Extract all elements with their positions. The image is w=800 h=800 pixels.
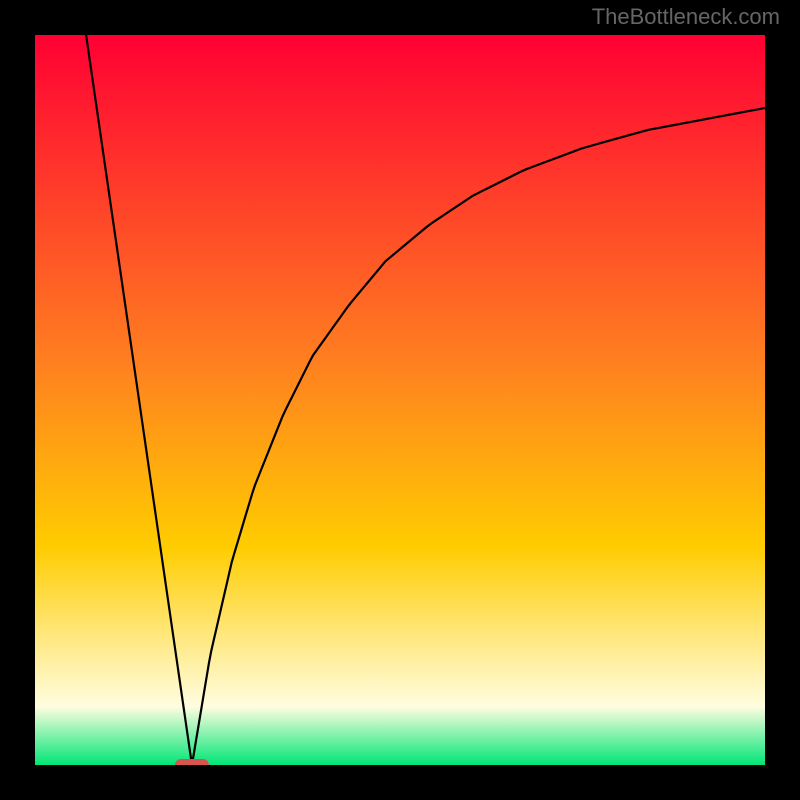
minimum-marker	[175, 759, 209, 765]
watermark-text: TheBottleneck.com	[592, 4, 780, 30]
chart-svg	[35, 35, 765, 765]
chart-background	[35, 35, 765, 765]
chart-plot-area	[35, 35, 765, 765]
